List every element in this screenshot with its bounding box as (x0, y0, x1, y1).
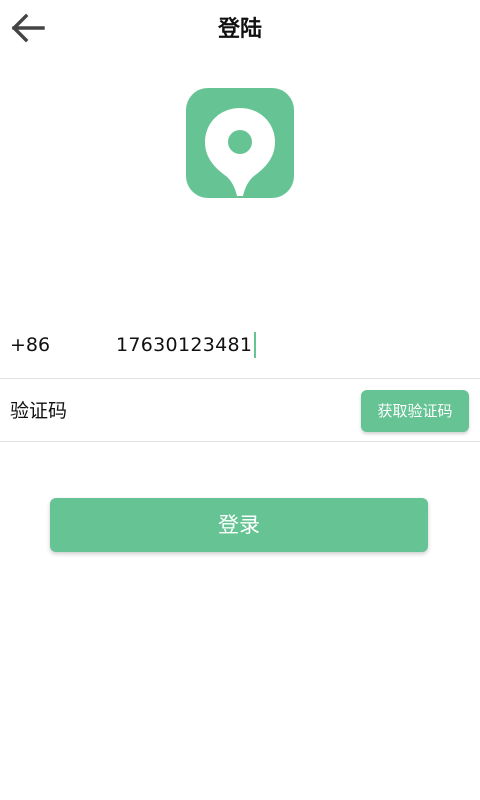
header-bar: 登陆 (0, 0, 480, 60)
login-button[interactable]: 登录 (50, 498, 428, 552)
phone-input[interactable]: 17630123481 (116, 330, 257, 360)
page-title: 登陆 (217, 17, 262, 42)
country-code[interactable]: +86 (10, 332, 50, 358)
text-caret (254, 332, 257, 358)
login-screen: 登陆 +86 17630123481 验证码 获取验证码 登录 (0, 0, 480, 800)
phone-input-value: 17630123481 (116, 334, 253, 356)
app-logo (186, 88, 294, 198)
location-pin-icon (186, 88, 294, 198)
verification-code-row: 验证码 获取验证码 (0, 379, 480, 442)
phone-row: +86 17630123481 (0, 314, 480, 379)
verification-code-input[interactable]: 验证码 (10, 397, 310, 425)
get-code-button[interactable]: 获取验证码 (361, 390, 469, 432)
